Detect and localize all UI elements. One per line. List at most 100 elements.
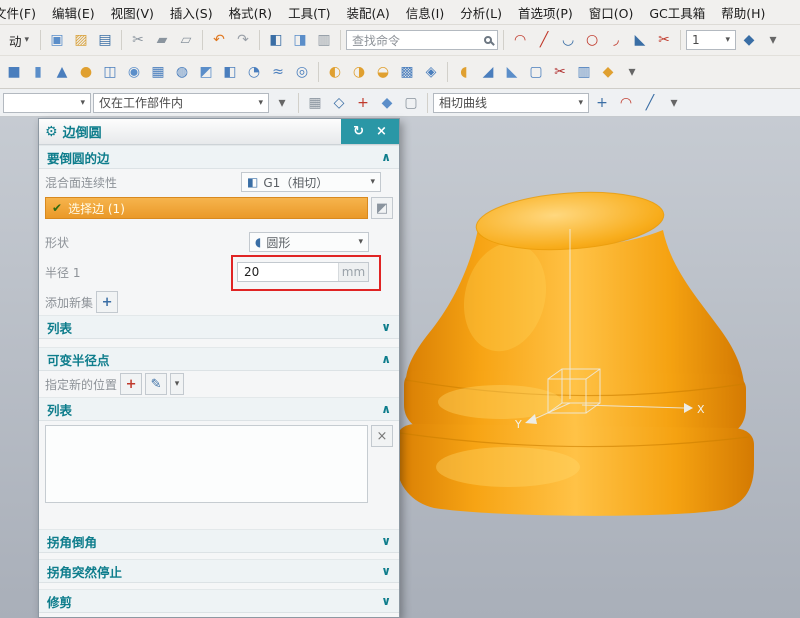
menu-window[interactable]: 窗口(O)	[581, 3, 642, 22]
point-constructor-icon[interactable]: +	[591, 92, 613, 114]
menu-preferences[interactable]: 首选项(P)	[510, 3, 581, 22]
cylinder-icon[interactable]: ▮	[27, 61, 49, 83]
start-dropdown[interactable]: 动 ▾	[3, 31, 35, 50]
chamfer-icon[interactable]: ◢	[477, 61, 499, 83]
snap-midpoint-icon[interactable]: ◆	[376, 92, 398, 114]
chevron-up-icon[interactable]: ∧	[381, 402, 391, 416]
edge-blend-icon[interactable]: ◖	[453, 61, 475, 83]
add-new-set-button[interactable]: +	[96, 291, 118, 313]
emboss-icon[interactable]: ◩	[195, 61, 217, 83]
line-icon[interactable]: ╱	[533, 29, 555, 51]
filter-caret-icon[interactable]: ▾	[271, 92, 293, 114]
tube-icon[interactable]: ◎	[291, 61, 313, 83]
shell-icon[interactable]: ▢	[525, 61, 547, 83]
pad-icon[interactable]: ▦	[147, 61, 169, 83]
menu-edit[interactable]: 编辑(E)	[44, 3, 103, 22]
revolve-icon[interactable]: ◔	[243, 61, 265, 83]
chevron-up-icon[interactable]: ∧	[381, 352, 391, 366]
fillet-curve-icon[interactable]: ◞	[605, 29, 627, 51]
menu-format[interactable]: 格式(R)	[221, 3, 280, 22]
redo-icon[interactable]: ↷	[232, 29, 254, 51]
subtract-icon[interactable]: ◑	[348, 61, 370, 83]
chevron-down-icon[interactable]: ∨	[381, 564, 391, 578]
menu-tools[interactable]: 工具(T)	[280, 3, 338, 22]
close-button[interactable]: ×	[376, 124, 387, 139]
save-icon[interactable]: ▤	[94, 29, 116, 51]
select-face-icon[interactable]: ▦	[304, 92, 326, 114]
list2-section-header[interactable]: 列表 ∧	[39, 397, 399, 421]
shaded-view-icon[interactable]: ◨	[289, 29, 311, 51]
dialog-titlebar[interactable]: ⚙ 边倒圆 ↻ ×	[39, 119, 399, 145]
select-edge-icon[interactable]: ◇	[328, 92, 350, 114]
sketch-profile-icon[interactable]: ◠	[509, 29, 531, 51]
chamfer-curve-icon[interactable]: ◣	[629, 29, 651, 51]
cone-icon[interactable]: ▲	[51, 61, 73, 83]
chevron-down-icon[interactable]: ∨	[381, 320, 391, 334]
intersect-icon[interactable]: ◒	[372, 61, 394, 83]
section-edges-to-blend[interactable]: 要倒圆的边 ∧	[39, 145, 399, 169]
chevron-down-icon[interactable]: ∨	[381, 594, 391, 608]
draft-icon[interactable]: ◣	[501, 61, 523, 83]
copy-icon[interactable]: ▰	[151, 29, 173, 51]
selection-scope-dropdown[interactable]: 仅在工作部件内 ▾	[93, 93, 269, 113]
more-features-icon[interactable]: ▾	[621, 61, 643, 83]
mirror-feature-icon[interactable]: ◈	[420, 61, 442, 83]
paste-icon[interactable]: ▱	[175, 29, 197, 51]
chevron-up-icon[interactable]: ∧	[381, 150, 391, 164]
open-icon[interactable]: ▨	[70, 29, 92, 51]
menu-view[interactable]: 视图(V)	[103, 3, 162, 22]
point-dialog-button[interactable]: +	[120, 373, 142, 395]
menu-assemblies[interactable]: 装配(A)	[338, 3, 397, 22]
menu-gc-toolbox[interactable]: GC工具箱	[641, 3, 713, 22]
variable-radius-list[interactable]	[45, 425, 368, 503]
chevron-down-icon[interactable]: ∨	[381, 534, 391, 548]
boss-icon[interactable]: ◉	[123, 61, 145, 83]
command-finder-input[interactable]: 查找命令	[346, 30, 498, 50]
tangent-snap-icon[interactable]: ╱	[639, 92, 661, 114]
edge-selection-options-button[interactable]: ◩	[371, 197, 393, 219]
hole-icon[interactable]: ◍	[171, 61, 193, 83]
remove-list-item-button[interactable]: ×	[371, 425, 393, 447]
scale-dropdown[interactable]: 1 ▾	[686, 30, 736, 50]
menu-help[interactable]: 帮助(H)	[713, 3, 773, 22]
type-filter-dropdown[interactable]: ▾	[3, 93, 91, 113]
menu-insert[interactable]: 插入(S)	[162, 3, 221, 22]
curve-rule-dropdown[interactable]: 相切曲线 ▾	[433, 93, 589, 113]
cut-icon[interactable]: ✂	[127, 29, 149, 51]
offset-face-icon[interactable]: ▥	[573, 61, 595, 83]
window-layout-icon[interactable]: ▣	[46, 29, 68, 51]
more-snap-icon[interactable]: ▾	[663, 92, 685, 114]
radius-value[interactable]: 20	[238, 263, 338, 281]
block-icon[interactable]: ■	[3, 61, 25, 83]
section-trim[interactable]: 修剪 ∨	[39, 589, 399, 613]
menu-file[interactable]: 文件(F)	[0, 3, 44, 22]
datum-plane-icon[interactable]: ◫	[99, 61, 121, 83]
fit-view-icon[interactable]: ◆	[738, 29, 760, 51]
layer-settings-icon[interactable]: ▥	[313, 29, 335, 51]
scale-body-icon[interactable]: ◆	[597, 61, 619, 83]
menu-information[interactable]: 信息(I)	[398, 3, 452, 22]
snap-intersection-icon[interactable]: ▢	[400, 92, 422, 114]
more-commands-icon[interactable]: ▾	[762, 29, 784, 51]
radius-input[interactable]: 20 mm	[237, 262, 369, 282]
pattern-feature-icon[interactable]: ▩	[396, 61, 418, 83]
section-variable-radius[interactable]: 可变半径点 ∧	[39, 347, 399, 371]
section-corner-blend[interactable]: 拐角倒角 ∨	[39, 529, 399, 553]
menu-analysis[interactable]: 分析(L)	[452, 3, 510, 22]
point-options-caret-button[interactable]: ▾	[170, 373, 184, 395]
arc-center-icon[interactable]: ◠	[615, 92, 637, 114]
section-corner-stop[interactable]: 拐角突然停止 ∨	[39, 559, 399, 583]
circle-icon[interactable]: ○	[581, 29, 603, 51]
undo-icon[interactable]: ↶	[208, 29, 230, 51]
list-section-header[interactable]: 列表 ∨	[39, 315, 399, 339]
trim-body-icon[interactable]: ✂	[549, 61, 571, 83]
select-edge-field[interactable]: ✔ 选择边 (1)	[45, 197, 368, 219]
view-cube-icon[interactable]: ◧	[265, 29, 287, 51]
sphere-icon[interactable]: ●	[75, 61, 97, 83]
select-point-icon[interactable]: +	[352, 92, 374, 114]
arc-icon[interactable]: ◡	[557, 29, 579, 51]
continuity-dropdown[interactable]: ◧ G1（相切） ▾	[241, 172, 381, 192]
radius-unit[interactable]: mm	[338, 263, 368, 281]
quick-trim-icon[interactable]: ✂	[653, 29, 675, 51]
unite-icon[interactable]: ◐	[324, 61, 346, 83]
